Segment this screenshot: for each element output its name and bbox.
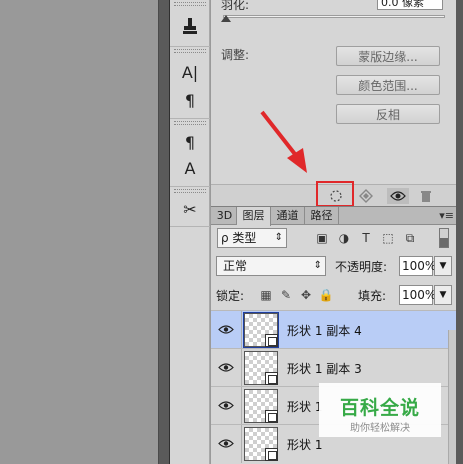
tab-channels[interactable]: 通道 <box>271 207 305 225</box>
filter-kind-select[interactable]: ρ 类型 ⇕ <box>217 228 287 248</box>
character-styles-glyph: A <box>184 158 196 178</box>
divider <box>241 349 242 387</box>
panel-icon-strip: A| ¶ ¶ A ✂ <box>170 0 210 464</box>
properties-footer <box>211 181 456 207</box>
layer-row[interactable]: 形状 1 副本 4 <box>211 310 456 349</box>
lock-position-icon[interactable]: ✥ <box>298 287 314 303</box>
opacity-label: 不透明度: <box>335 260 388 274</box>
lock-image-icon[interactable]: ✎ <box>278 287 294 303</box>
layer-filter-row: ρ 类型 ⇕ ▣ ◑ T ⬚ ⧉ <box>217 228 449 248</box>
divider <box>241 425 242 463</box>
tool-presets-glyph: ✂ <box>183 199 197 219</box>
watermark-subtitle: 助你轻松解决 <box>350 423 410 434</box>
document-canvas[interactable] <box>0 0 158 464</box>
feather-label: 羽化: <box>221 0 250 12</box>
opacity-dropdown-icon[interactable]: ▼ <box>434 256 452 276</box>
layer-thumbnail[interactable] <box>244 427 278 461</box>
apply-mask-icon[interactable] <box>355 188 377 204</box>
opacity-input[interactable]: 100% <box>399 256 436 276</box>
strip-grip <box>174 49 206 53</box>
feather-input[interactable]: 0.0 像素 <box>377 0 443 10</box>
fill-dropdown-icon[interactable]: ▼ <box>434 285 452 305</box>
divider <box>170 186 210 187</box>
adjustment-filter-icon[interactable]: ◑ <box>335 230 353 246</box>
divider <box>241 311 242 349</box>
type-filter-icon[interactable]: T <box>357 230 375 246</box>
tool-presets-icon[interactable]: ✂ <box>175 197 205 221</box>
watermark-logo: 百科全说 助你轻松解决 <box>319 383 441 437</box>
properties-panel: 羽化: 0.0 像素 调整: 蒙版边缘... 颜色范围... 反相 <box>211 0 456 184</box>
mask-edge-button[interactable]: 蒙版边缘... <box>336 46 440 66</box>
filter-toggle[interactable] <box>439 228 449 248</box>
paragraph-styles-icon[interactable]: ¶ <box>175 130 205 154</box>
eye-icon[interactable] <box>217 360 235 374</box>
layer-thumbnail[interactable] <box>244 351 278 385</box>
feather-slider[interactable] <box>223 15 445 18</box>
character-panel-icon[interactable]: A| <box>175 60 205 84</box>
smart-object-filter-icon[interactable]: ⧉ <box>401 230 419 246</box>
shape-filter-icon[interactable]: ⬚ <box>379 230 397 246</box>
shape-layer-badge-icon <box>265 410 278 423</box>
layers-scrollbar[interactable] <box>448 330 456 464</box>
blend-row: 正常 ⇕ 不透明度: 100% ▼ <box>216 256 452 277</box>
layer-name[interactable]: 形状 1 <box>287 436 322 453</box>
delete-mask-icon[interactable] <box>415 188 437 204</box>
layer-name[interactable]: 形状 1 副本 3 <box>287 360 362 377</box>
shape-layer-badge-icon <box>265 448 278 461</box>
character-glyph: A| <box>181 62 199 82</box>
color-range-button[interactable]: 颜色范围... <box>336 75 440 95</box>
layer-name[interactable]: 形状 1 <box>287 398 322 415</box>
fill-input[interactable]: 100% <box>399 285 436 305</box>
panel-tabs: 3D 图层 通道 路径 ▾≡ <box>211 207 456 226</box>
eye-icon[interactable] <box>217 322 235 336</box>
layer-name[interactable]: 形状 1 副本 4 <box>287 322 362 339</box>
strip-grip <box>174 2 206 6</box>
eye-icon[interactable] <box>217 436 235 450</box>
feather-slider-thumb[interactable] <box>221 15 231 22</box>
lock-transparent-icon[interactable]: ▦ <box>258 287 274 303</box>
pixel-filter-icon[interactable]: ▣ <box>313 230 331 246</box>
blend-mode-value: 正常 <box>223 259 248 273</box>
layer-row[interactable]: 形状 1 副本 3 <box>211 348 456 387</box>
layer-thumbnail[interactable] <box>244 389 278 423</box>
divider <box>170 46 210 47</box>
paragraph-glyph: ¶ <box>184 90 196 110</box>
lock-label: 锁定: <box>216 289 245 303</box>
strip-grip <box>174 189 206 193</box>
visibility-eye-icon[interactable] <box>387 188 409 204</box>
stepper-icon: ⇕ <box>313 260 322 271</box>
eye-icon[interactable] <box>217 398 235 412</box>
lock-row: 锁定: ▦ ✎ ✥ 🔒 填充: 100% ▼ <box>216 285 452 306</box>
adjust-label: 调整: <box>221 48 250 62</box>
fill-label: 填充: <box>358 289 387 303</box>
lock-all-icon[interactable]: 🔒 <box>318 287 334 303</box>
stepper-icon: ⇕ <box>274 232 283 243</box>
panel-menu-icon[interactable]: ▾≡ <box>439 209 454 222</box>
shape-layer-badge-icon <box>265 334 278 347</box>
filter-kind-label: ρ 类型 <box>221 231 257 245</box>
strip-grip <box>174 121 206 125</box>
tab-3d[interactable]: 3D <box>213 207 237 225</box>
divider <box>170 226 210 227</box>
invert-button[interactable]: 反相 <box>336 104 440 124</box>
tab-layers[interactable]: 图层 <box>237 207 271 226</box>
character-styles-icon[interactable]: A <box>175 156 205 180</box>
highlight-box <box>316 181 354 207</box>
divider <box>241 387 242 425</box>
divider <box>170 118 210 119</box>
clone-stamp-icon[interactable] <box>175 14 205 38</box>
tab-paths[interactable]: 路径 <box>305 207 339 225</box>
layer-thumbnail[interactable] <box>243 312 279 348</box>
paragraph-panel-icon[interactable]: ¶ <box>175 88 205 112</box>
panel-divider[interactable] <box>158 0 170 464</box>
blend-mode-select[interactable]: 正常 ⇕ <box>216 256 326 276</box>
window-edge <box>456 0 463 464</box>
watermark-title: 百科全说 <box>339 397 420 419</box>
paragraph-styles-glyph: ¶ <box>184 132 196 152</box>
shape-layer-badge-icon <box>265 372 278 385</box>
